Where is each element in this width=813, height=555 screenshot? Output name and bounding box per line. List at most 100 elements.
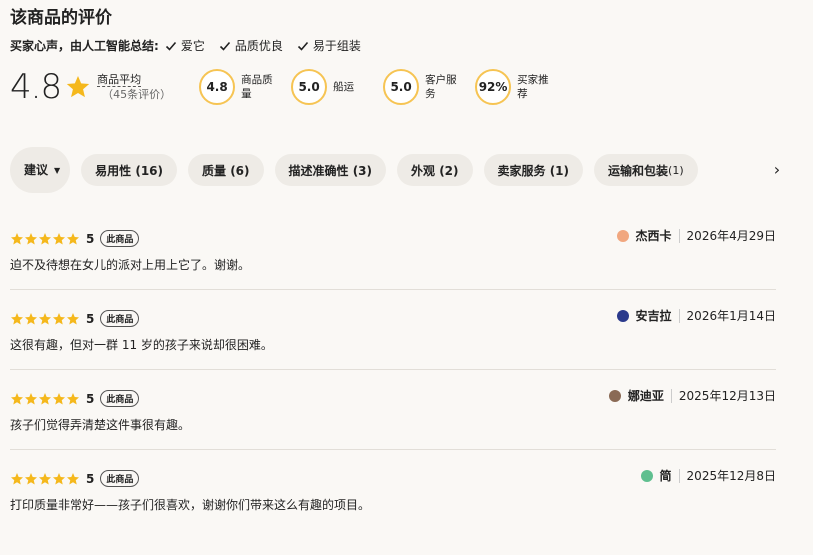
filter-chip-label: 运输和包装 <box>608 163 669 178</box>
review-text: 迫不及待想在女儿的派对上用上它了。谢谢。 <box>10 258 251 272</box>
review-score: 5 <box>86 471 95 486</box>
star-icon <box>24 472 38 484</box>
star-icon <box>10 472 24 484</box>
metric-ring: 92% <box>475 69 512 105</box>
filter-chip[interactable]: 质量 (6) <box>188 154 264 186</box>
review-date: 2026年1月14日 <box>686 309 776 323</box>
summary-tag-label: 易于组装 <box>312 39 361 53</box>
summary-label: 买家心声，由人工智能总结: <box>10 39 159 53</box>
reviewer-name[interactable]: 杰西卡 <box>636 227 672 244</box>
star-icon <box>10 232 24 244</box>
star-icon <box>10 392 24 404</box>
star-icon <box>10 312 24 324</box>
product-badge: 此商品 <box>100 230 140 247</box>
star-icon <box>52 392 66 404</box>
summary-tag-label: 品质优良 <box>234 39 283 53</box>
avatar <box>640 469 653 482</box>
filter-chip[interactable]: 运输和包装 (1) <box>594 154 698 186</box>
star-rating <box>10 392 80 406</box>
star-icon <box>52 312 66 324</box>
star-icon <box>38 472 52 484</box>
average-score: 4.8 <box>10 67 62 107</box>
avatar <box>616 309 629 322</box>
reviewer-name[interactable]: 安吉拉 <box>636 307 672 324</box>
metric-item-shipping: 5.0 船运 <box>291 69 369 105</box>
star-icon <box>38 232 52 244</box>
summary-tag-label: 爱它 <box>180 39 205 53</box>
star-icon <box>66 392 80 404</box>
star-rating <box>10 472 80 486</box>
sort-dropdown[interactable]: 建议 ▼ <box>10 147 71 193</box>
star-icon <box>38 312 52 324</box>
review-text: 打印质量非常好——孩子们很喜欢，谢谢你们带来这么有趣的项目。 <box>10 498 371 512</box>
review-item: 5 此商品 安吉拉 2026年1月14日 这很有趣，但对一群 11 岁的孩子来说… <box>10 290 776 370</box>
check-icon <box>219 41 230 51</box>
review-item: 5 此商品 简 2025年12月8日 打印质量非常好——孩子们很喜欢，谢谢你们带… <box>10 450 776 530</box>
metric-ring: 4.8 <box>199 69 236 105</box>
metric-ring: 5.0 <box>383 69 420 105</box>
review-date: 2025年12月13日 <box>678 389 776 403</box>
reviewer-name[interactable]: 简 <box>660 467 672 484</box>
review-list: 5 此商品 杰西卡 2026年4月29日 迫不及待想在女儿的派对上用上它了。谢谢… <box>10 210 776 530</box>
check-icon <box>297 41 308 51</box>
review-count: （45条评价） <box>102 88 172 101</box>
review-date: 2026年4月29日 <box>686 229 776 243</box>
review-text: 孩子们觉得弄清楚这件事很有趣。 <box>10 418 191 432</box>
star-icon <box>66 472 80 484</box>
filter-chip-count: (1) <box>668 163 684 177</box>
review-text: 这很有趣，但对一群 11 岁的孩子来说却很困难。 <box>10 338 273 352</box>
metric-ring: 5.0 <box>291 69 328 105</box>
star-icon <box>66 75 90 98</box>
metric-item-recommend: 92% 买家推荐 <box>475 69 553 105</box>
average-block: 商品平均 （45条评价） <box>97 72 171 102</box>
product-badge: 此商品 <box>100 310 140 327</box>
review-score: 5 <box>86 231 95 246</box>
filter-bar: 建议 ▼ 易用性 (16) 质量 (6) 描述准确性 (3) 外观 (2) 卖家… <box>10 147 800 193</box>
star-icon <box>66 232 80 244</box>
divider <box>678 228 680 243</box>
metric-item-quality: 4.8 商品质量 <box>199 69 277 105</box>
star-icon <box>52 232 66 244</box>
review-score: 5 <box>86 391 95 406</box>
average-label[interactable]: 商品平均 <box>97 73 142 87</box>
rating-summary: 4.8 商品平均 （45条评价） 4.8 商品质量 5.0 船运 5.0 客户服… <box>10 66 567 108</box>
summary-tag: 品质优良 <box>219 37 283 54</box>
divider <box>670 388 672 403</box>
star-icon <box>52 472 66 484</box>
metric-label: 商品质量 <box>241 74 273 100</box>
review-score: 5 <box>86 311 95 326</box>
filter-chip[interactable]: 易用性 (16) <box>81 154 178 186</box>
metric-label: 船运 <box>333 81 355 93</box>
avatar <box>616 229 629 242</box>
ai-summary: 买家心声，由人工智能总结: 爱它 品质优良 易于组装 <box>10 37 375 54</box>
metric-label: 客户服务 <box>425 74 457 100</box>
star-icon <box>66 312 80 324</box>
caret-down-icon: ▼ <box>54 165 61 175</box>
product-badge: 此商品 <box>100 390 140 407</box>
metric-label: 买家推荐 <box>517 74 549 100</box>
check-icon <box>165 41 176 51</box>
review-item: 5 此商品 娜迪亚 2025年12月13日 孩子们觉得弄清楚这件事很有趣。 <box>10 370 776 450</box>
sort-label: 建议 <box>24 163 49 177</box>
star-icon <box>24 312 38 324</box>
star-icon <box>38 392 52 404</box>
reviewer-name[interactable]: 娜迪亚 <box>628 387 664 404</box>
product-badge: 此商品 <box>100 470 140 487</box>
review-date: 2025年12月8日 <box>686 469 776 483</box>
chevron-right-icon[interactable]: › <box>768 160 786 180</box>
avatar <box>608 389 621 402</box>
star-rating <box>10 232 80 246</box>
divider <box>678 308 680 323</box>
star-icon <box>24 232 38 244</box>
summary-tag: 爱它 <box>165 37 205 54</box>
filter-chip[interactable]: 外观 (2) <box>397 154 473 186</box>
divider <box>678 468 680 483</box>
star-icon <box>24 392 38 404</box>
star-rating <box>10 312 80 326</box>
filter-chip[interactable]: 卖家服务 (1) <box>483 154 584 186</box>
metric-item-service: 5.0 客户服务 <box>383 69 461 105</box>
summary-tag: 易于组装 <box>297 37 361 54</box>
filter-chip[interactable]: 描述准确性 (3) <box>274 154 387 186</box>
page-title: 该商品的评价 <box>10 8 112 28</box>
review-item: 5 此商品 杰西卡 2026年4月29日 迫不及待想在女儿的派对上用上它了。谢谢… <box>10 210 776 290</box>
